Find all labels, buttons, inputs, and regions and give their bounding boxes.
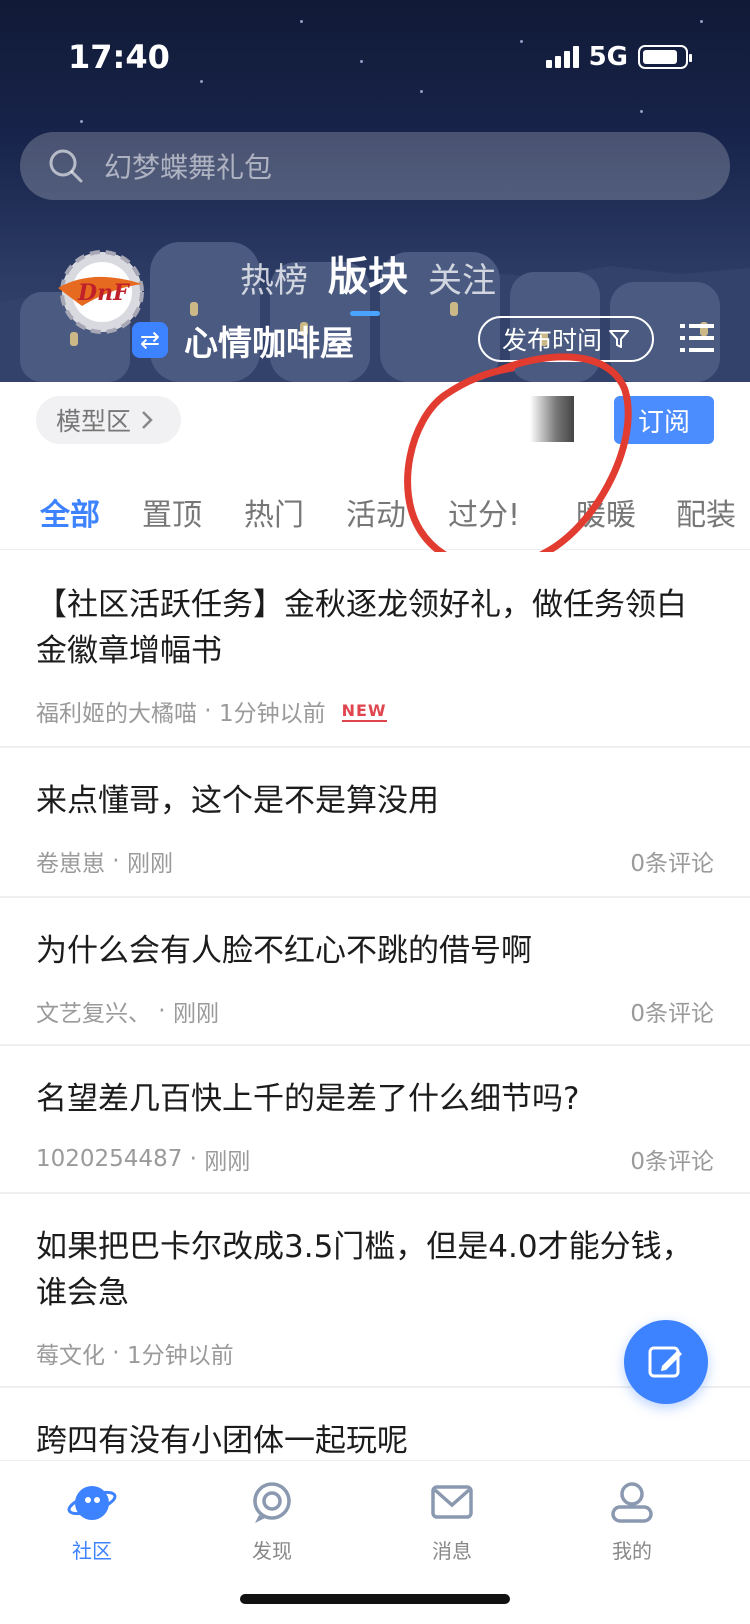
post-time: 刚刚 — [204, 1149, 251, 1175]
status-time: 17:40 — [68, 38, 170, 76]
svg-text:DnF: DnF — [77, 280, 130, 306]
post-title: 如果把巴卡尔改成3.5门槛，但是4.0才能分钱，谁会急 — [36, 1229, 693, 1311]
compose-button[interactable] — [624, 1320, 708, 1404]
swap-icon[interactable]: ⇄ — [132, 322, 168, 358]
tab-hot-list[interactable]: 热榜 — [240, 253, 308, 302]
post-item[interactable]: 跨四有没有小团体一起玩呢 — [0, 1388, 750, 1468]
post-author: 卷崽崽 — [36, 851, 105, 877]
signal-icon — [545, 46, 579, 68]
comment-count: 0条评论 — [630, 1149, 714, 1175]
post-meta: 卷崽崽 · 刚刚 0条评论 — [36, 836, 714, 886]
search-placeholder: 幻梦蝶舞礼包 — [104, 151, 273, 184]
nav-profile[interactable]: 我的 — [582, 1479, 682, 1564]
home-indicator[interactable] — [240, 1594, 510, 1604]
post-item[interactable]: 为什么会有人脸不红心不跳的借号啊 文艺复兴、 · 刚刚 0条评论 — [0, 898, 750, 1046]
post-item[interactable]: 来点懂哥，这个是不是算没用 卷崽崽 · 刚刚 0条评论 — [0, 748, 750, 898]
category-hot[interactable]: 热门 — [244, 490, 304, 534]
nav-label: 发现 — [252, 1539, 292, 1563]
category-all[interactable]: 全部 — [40, 490, 100, 534]
tab-boards[interactable]: 版块 — [328, 244, 408, 316]
game-logo-icon[interactable]: DnF — [52, 248, 148, 336]
post-title: 【社区活跃任务】金秋逐龙领好礼，做任务领白金徽章增幅书 — [36, 587, 687, 669]
meta-separator: · — [197, 698, 219, 724]
post-author: 1020254487 — [36, 1146, 183, 1172]
comment-count: 0条评论 — [630, 851, 714, 877]
post-item[interactable]: 名望差几百快上千的是差了什么细节吗? 1020254487 · 刚刚 0条评论 — [0, 1046, 750, 1194]
post-item[interactable]: 【社区活跃任务】金秋逐龙领好礼，做任务领白金徽章增幅书 福利姬的大橘喵 · 1分… — [0, 552, 750, 748]
top-tabs: 热榜 版块 关注 — [240, 244, 496, 316]
post-meta: 福利姬的大橘喵 · 1分钟以前 NEW — [36, 686, 714, 736]
community-planet-icon — [67, 1486, 117, 1520]
comment-count: 0条评论 — [630, 1001, 714, 1027]
meta-separator: · — [105, 848, 127, 874]
post-author: 文艺复兴、 — [36, 1001, 151, 1027]
post-title: 名望差几百快上千的是差了什么细节吗? — [36, 1081, 580, 1117]
chevron-right-icon — [142, 411, 153, 429]
edit-icon — [648, 1346, 682, 1378]
tab-following[interactable]: 关注 — [428, 253, 496, 302]
search-bar[interactable]: 幻梦蝶舞礼包 — [20, 132, 730, 200]
new-badge: NEW — [341, 700, 387, 722]
nav-discover[interactable]: 发现 — [222, 1479, 322, 1564]
mail-icon — [431, 1485, 473, 1519]
post-title: 来点懂哥，这个是不是算没用 — [36, 783, 439, 819]
battery-fill — [643, 50, 677, 64]
network-type: 5G — [588, 42, 628, 72]
nav-label: 我的 — [612, 1539, 652, 1563]
status-indicators: 5G — [545, 42, 692, 72]
post-author: 福利姬的大橘喵 — [36, 701, 197, 727]
red-annotation-circle — [404, 353, 632, 571]
profile-icon — [611, 1482, 653, 1523]
zone-label: 模型区 — [56, 407, 132, 436]
post-time: 刚刚 — [172, 1001, 219, 1027]
list-menu-icon[interactable] — [680, 322, 714, 354]
nav-community[interactable]: 社区 — [42, 1479, 142, 1564]
post-author: 莓文化 — [36, 1343, 105, 1369]
post-meta: 1020254487 · 刚刚 0条评论 — [36, 1134, 714, 1184]
nav-label: 消息 — [432, 1539, 472, 1563]
nav-label: 社区 — [72, 1539, 112, 1563]
meta-separator: · — [105, 1340, 127, 1366]
post-time: 1分钟以前 — [218, 701, 326, 727]
post-meta: 文艺复兴、 · 刚刚 0条评论 — [36, 986, 714, 1036]
category-builds[interactable]: 配装 — [676, 490, 736, 534]
search-icon — [49, 149, 83, 183]
meta-separator: · — [151, 998, 173, 1024]
post-time: 刚刚 — [126, 851, 173, 877]
post-title: 为什么会有人脸不红心不跳的借号啊 — [36, 933, 532, 969]
discover-icon — [253, 1482, 291, 1523]
post-time: 1分钟以前 — [126, 1343, 234, 1369]
category-activity[interactable]: 活动 — [346, 490, 406, 534]
board-header: 17:40 5G 幻梦蝶舞礼包 热榜 版块 关注 DnF ⇄ 心情咖啡屋 发布时… — [0, 0, 750, 382]
post-title: 跨四有没有小团体一起玩呢 — [36, 1423, 408, 1459]
post-meta: 莓文化 · 1分钟以前 — [36, 1328, 714, 1378]
battery-icon — [638, 45, 692, 69]
zone-chip[interactable]: 模型区 — [36, 396, 182, 444]
board-name[interactable]: 心情咖啡屋 — [184, 316, 354, 365]
category-pinned[interactable]: 置顶 — [142, 490, 202, 534]
meta-separator: · — [182, 1146, 205, 1172]
nav-messages[interactable]: 消息 — [402, 1479, 502, 1564]
